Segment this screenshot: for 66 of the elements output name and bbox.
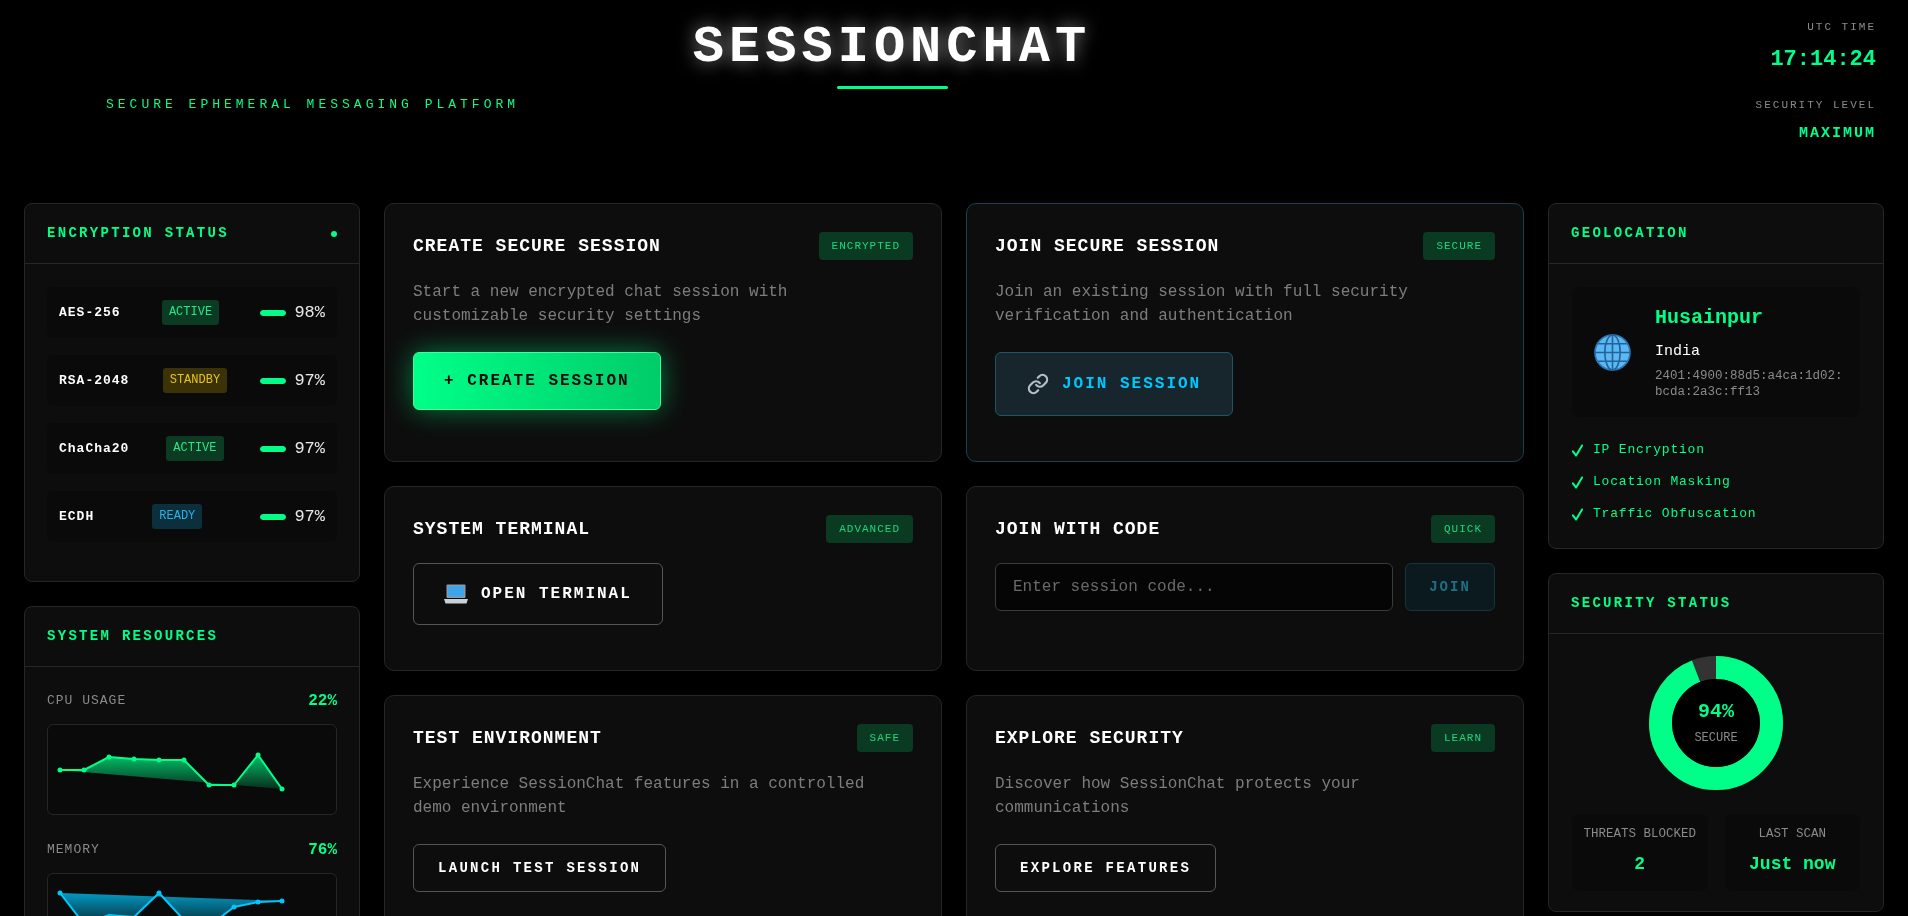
session-code-field[interactable]: Enter session code... [995,563,1393,611]
card-title: JOIN WITH CODE [995,518,1161,541]
feature-label: Location Masking [1593,473,1731,491]
stat-value: 2 [1634,853,1646,876]
stat-label: UTC TIME [1807,20,1876,34]
status-tag: SAFE [856,724,913,752]
feature-label: IP Encryption [1593,441,1705,459]
strength-reading: 97% [294,438,325,459]
status-tag: ACTIVE [166,436,224,461]
card-title: JOIN SECURE SESSION [995,235,1220,258]
panel-title: SECURITY STATUS [1571,594,1732,613]
status-tag: ACTIVE [161,300,220,325]
security-level-value: MAXIMUM [1799,125,1876,143]
app-subtitle: SECURE EPHEMERAL MESSAGING PLATFORM [106,97,520,112]
algorithm-name: ECDH [59,507,95,526]
stat-value: Just now [1749,853,1836,876]
panel-title: ENCRYPTION STATUS [47,224,229,243]
status-tag: READY [152,504,203,529]
metric-value: 22% [308,692,337,710]
card-description: Experience SessionChat features in a controlled demo environment [413,774,866,819]
status-tag: ADVANCED [826,515,913,543]
clock-value: 17:14:24 [1770,46,1876,74]
action-button[interactable]: LAUNCH TEST SESSION [413,844,667,892]
status-tag: QUICK [1431,515,1495,543]
gauge-value: 94% [1698,700,1734,724]
link-icon [1027,373,1049,395]
join-session-button[interactable]: JOIN SESSION [995,352,1234,416]
metric-label: CPU USAGE [47,692,127,710]
status-tag: STANDBY [162,368,228,393]
panel-title: SYSTEM RESOURCES [47,627,219,646]
status-tag: LEARN [1431,724,1495,752]
gauge-caption: SECURE [1694,730,1738,746]
stat-label: LAST SCAN [1758,826,1826,842]
check-icon [1572,507,1583,521]
strength-reading: 98% [294,302,325,323]
action-button[interactable]: EXPLORE FEATURES [995,844,1217,892]
country-name: India [1655,342,1701,362]
card-title: EXPLORE SECURITY [995,727,1184,750]
card-description: Discover how SessionChat protects your communications [995,774,1361,819]
ip-address: 2401:4900:88d5:a4ca:1d02:bcda:2a3c:ff13 [1655,368,1844,400]
algorithm-name: RSA-2048 [59,371,130,390]
metric-label: MEMORY [47,841,100,859]
check-icon [1572,475,1583,489]
open-terminal-button[interactable]: OPEN TERMINAL [413,563,663,625]
algorithm-name: AES-256 [59,303,121,322]
stat-label: THREATS BLOCKED [1583,826,1696,842]
globe-icon [1594,333,1631,371]
city-name: Husainpur [1655,305,1765,331]
feature-label: Traffic Obfuscation [1593,505,1757,523]
metric-value: 76% [308,841,337,859]
card-title: CREATE SECURE SESSION [413,235,661,258]
laptop-icon [444,584,468,604]
check-icon [1572,443,1583,457]
card-title: SYSTEM TERMINAL [413,518,591,541]
card-title: TEST ENVIRONMENT [413,727,602,750]
panel-title: GEOLOCATION [1571,224,1689,243]
status-tag: SECURE [1423,232,1495,260]
strength-reading: 97% [294,370,325,391]
algorithm-name: ChaCha20 [59,439,130,458]
card-description: Join an existing session with full security verification and authentication [995,282,1409,327]
strength-reading: 97% [294,506,325,527]
card-description: Start a new encrypted chat session with customizable security settings [413,282,789,327]
status-tag: ENCRYPTED [818,232,913,260]
create-session-button[interactable]: + CREATE SESSION [413,352,661,410]
app-title: SESSIONCHAT [692,18,1092,78]
stat-label: SECURITY LEVEL [1755,98,1876,112]
